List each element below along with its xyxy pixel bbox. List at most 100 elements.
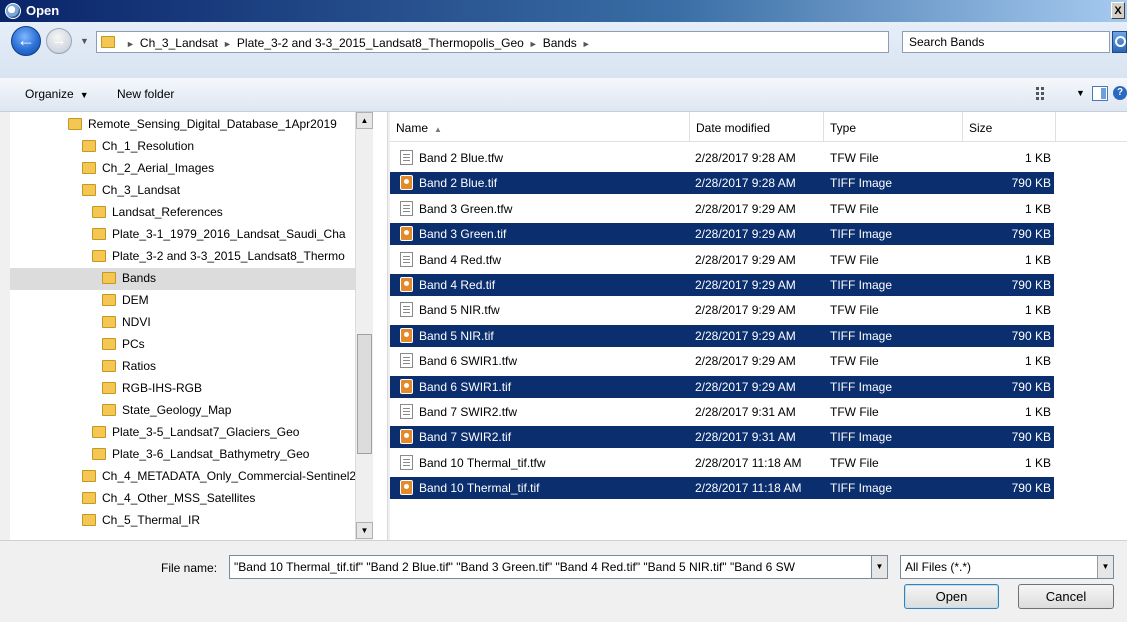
search-icon[interactable] — [1112, 31, 1127, 53]
breadcrumb-separator-icon[interactable]: ► — [582, 39, 591, 49]
scroll-up-icon[interactable]: ▲ — [356, 112, 373, 129]
scroll-down-icon[interactable]: ▼ — [356, 522, 373, 539]
file-row[interactable]: Band 10 Thermal_tif.tif 2/28/2017 11:18 A… — [390, 477, 1054, 500]
cancel-button[interactable]: Cancel — [1018, 584, 1114, 609]
tree-item[interactable]: Ch_2_Aerial_Images — [82, 158, 355, 180]
file-date: 2/28/2017 9:29 AM — [695, 201, 796, 216]
column-header-size[interactable]: Size — [963, 112, 1056, 142]
breadcrumb-item[interactable]: Plate_3-2 and 3-3_2015_Landsat8_Thermopo… — [237, 36, 524, 50]
file-row[interactable]: Band 3 Green.tfw 2/28/2017 9:29 AM TFW Fil… — [390, 198, 1054, 220]
search-input[interactable]: Search Bands — [902, 31, 1110, 53]
preview-pane-icon[interactable] — [1092, 86, 1108, 101]
tree-item-label: Plate_3-6_Landsat_Bathymetry_Geo — [112, 447, 310, 461]
file-row[interactable]: Band 6 SWIR1.tif 2/28/2017 9:29 AM TIFF Im… — [390, 375, 1054, 398]
tiff-image-icon — [400, 429, 413, 445]
tree-item[interactable]: Remote_Sensing_Digital_Database_1Apr2019 — [68, 114, 355, 136]
file-type: TIFF Image — [830, 430, 893, 445]
tfw-file-icon — [400, 200, 413, 216]
breadcrumb-item[interactable]: Bands — [543, 36, 577, 50]
tree-item-label: Plate_3-2 and 3-3_2015_Landsat8_Thermo — [112, 249, 345, 263]
folder-icon — [102, 382, 116, 394]
file-row[interactable]: Band 6 SWIR1.tfw 2/28/2017 9:29 AM TFW Fil… — [390, 350, 1054, 372]
tree-item[interactable]: Ch_3_Landsat — [82, 180, 355, 202]
column-header-type[interactable]: Type — [824, 112, 963, 142]
tree-scrollbar[interactable]: ▲ ▼ — [355, 112, 373, 540]
back-button[interactable]: ← — [11, 26, 41, 56]
tree-item[interactable]: Plate_3-2 and 3-3_2015_Landsat8_Thermo — [92, 246, 355, 268]
folder-icon — [82, 184, 96, 196]
tree-item[interactable]: Ch_4_Other_MSS_Satellites — [82, 488, 355, 510]
tree-item[interactable]: State_Geology_Map — [102, 400, 355, 422]
view-options-icon[interactable] — [1036, 86, 1050, 100]
folder-icon — [101, 36, 115, 48]
close-button[interactable]: X — [1111, 2, 1125, 19]
file-row[interactable]: Band 3 Green.tif 2/28/2017 9:29 AM TIFF Im… — [390, 223, 1054, 246]
tfw-file-icon — [400, 302, 413, 318]
app-icon — [5, 3, 21, 19]
tree-item[interactable]: Landsat_References — [92, 202, 355, 224]
tree-item[interactable]: Ratios — [102, 356, 355, 378]
breadcrumb-separator-icon[interactable]: ► — [223, 39, 232, 49]
folder-icon — [102, 360, 116, 372]
help-icon[interactable]: ? — [1113, 86, 1127, 100]
organize-button[interactable]: Organize ▼ — [25, 87, 89, 101]
file-date: 2/28/2017 9:29 AM — [695, 252, 796, 267]
tree-item[interactable]: DEM — [102, 290, 355, 312]
scroll-thumb[interactable] — [357, 334, 372, 454]
file-name-input[interactable]: "Band 10 Thermal_tif.tif" "Band 2 Blue.t… — [229, 555, 874, 579]
file-date: 2/28/2017 11:18 AM — [695, 455, 802, 470]
address-bar[interactable]: ► Ch_3_Landsat ► Plate_3-2 and 3-3_2015_Lan… — [96, 31, 983, 53]
tree-item-label: Plate_3-5_Landsat7_Glaciers_Geo — [112, 425, 300, 439]
open-button[interactable]: Open — [904, 584, 999, 609]
tfw-file-icon — [400, 251, 413, 267]
new-folder-button[interactable]: New folder — [117, 87, 174, 101]
file-row[interactable]: Band 7 SWIR2.tfw 2/28/2017 9:31 AM TFW Fil… — [390, 401, 1054, 423]
file-name: Band 6 SWIR1.tif — [419, 379, 512, 394]
file-size: 790 KB — [1011, 328, 1051, 343]
file-type: TFW File — [830, 455, 879, 470]
recent-locations-chevron-icon[interactable]: ▼ — [80, 36, 89, 46]
tree-item[interactable]: Plate_3-5_Landsat7_Glaciers_Geo — [92, 422, 355, 444]
file-row[interactable]: Band 2 Blue.tfw 2/28/2017 9:28 AM TFW File… — [390, 147, 1054, 169]
tree-item[interactable]: Ch_4_METADATA_Only_Commercial-Sentinel2 — [82, 466, 357, 488]
folder-icon — [92, 426, 106, 438]
folder-icon — [92, 250, 106, 262]
tree-item[interactable]: NDVI — [102, 312, 355, 334]
file-name: Band 7 SWIR2.tif — [419, 430, 512, 445]
breadcrumb-item[interactable]: Ch_3_Landsat — [140, 36, 218, 50]
view-options-chevron-icon[interactable]: ▼ — [1076, 88, 1085, 98]
file-size: 790 KB — [1011, 379, 1051, 394]
tree-item[interactable]: Bands — [10, 268, 355, 290]
file-row[interactable]: Band 5 NIR.tfw 2/28/2017 9:29 AM TFW File 1… — [390, 299, 1054, 321]
file-date: 2/28/2017 9:31 AM — [695, 430, 796, 445]
tree-item[interactable]: RGB-IHS-RGB — [102, 378, 355, 400]
tree-item-label: Ch_4_METADATA_Only_Commercial-Sentinel2 — [102, 469, 357, 483]
folder-icon — [82, 140, 96, 152]
file-row[interactable]: Band 4 Red.tif 2/28/2017 9:29 AM TIFF Imag… — [390, 274, 1054, 296]
tree-item-label: State_Geology_Map — [122, 403, 232, 417]
file-row[interactable]: Band 4 Red.tfw 2/28/2017 9:29 AM TFW File 1… — [390, 249, 1054, 271]
tree-item[interactable]: Ch_1_Resolution — [82, 136, 355, 158]
breadcrumb-separator-icon[interactable]: ► — [529, 39, 538, 49]
tree-item[interactable]: Ch_5_Thermal_IR — [82, 510, 355, 532]
tiff-image-icon — [400, 327, 413, 343]
file-name-dropdown-icon[interactable]: ▼ — [871, 555, 888, 579]
forward-button[interactable]: → — [46, 28, 72, 54]
chevron-down-icon[interactable]: ▼ — [1097, 556, 1113, 578]
toolbar: Organize ▼ New folder ▼ ? — [0, 78, 1127, 112]
tree-item[interactable]: Plate_3-1_1979_2016_Landsat_Saudi_Cha — [92, 224, 355, 246]
file-name: Band 5 NIR.tif — [419, 328, 494, 343]
tree-item[interactable]: PCs — [102, 334, 355, 356]
breadcrumb-separator-icon[interactable]: ► — [126, 39, 135, 49]
file-type-select[interactable]: All Files (*.*) ▼ — [900, 555, 1114, 579]
file-row[interactable]: Band 10 Thermal_tif.tfw 2/28/2017 11:18 A… — [390, 452, 1054, 474]
column-header-date[interactable]: Date modified — [690, 112, 824, 142]
file-size: 1 KB — [1024, 405, 1051, 419]
file-type: TIFF Image — [830, 176, 893, 191]
file-row[interactable]: Band 2 Blue.tif 2/28/2017 9:28 AM TIFF Ima… — [390, 172, 1054, 195]
tree-item[interactable]: Plate_3-6_Landsat_Bathymetry_Geo — [92, 444, 355, 466]
folder-icon — [82, 514, 96, 526]
column-header-name[interactable]: Name ▲ — [390, 112, 690, 142]
file-row[interactable]: Band 7 SWIR2.tif 2/28/2017 9:31 AM TIFF Im… — [390, 426, 1054, 449]
file-row[interactable]: Band 5 NIR.tif 2/28/2017 9:29 AM TIFF Imag… — [390, 324, 1054, 347]
